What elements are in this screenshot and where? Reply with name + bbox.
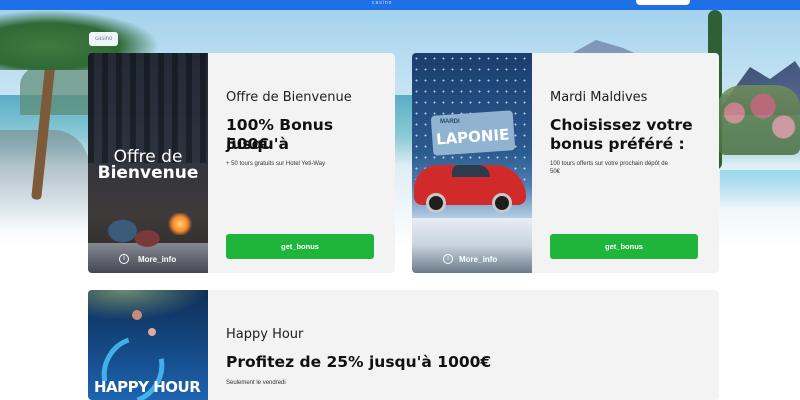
promo-card-body: Happy Hour Profitez de 25% jusqu'à 1000€… [208, 290, 719, 400]
get-bonus-button[interactable]: get_bonus [550, 234, 698, 259]
promo-description: Seulement le vendredi [226, 380, 286, 386]
image-sign-small-text: MARDI [440, 119, 460, 125]
promo-title-line1: Profitez de 25% jusqu'à 1000€ [226, 353, 492, 371]
promo-title-line2: bonus préféré : [550, 135, 685, 153]
image-branch [88, 290, 208, 320]
promo-subtitle: Happy Hour [226, 327, 304, 342]
image-snow-ground [412, 218, 532, 273]
promo-subtitle: Mardi Maldives [550, 90, 648, 105]
promo-card-mardi: MARDI LAPONIE i More_info Mardi Maldives… [412, 53, 719, 273]
promo-image-welcome: Offre de Bienvenue i More_info [88, 53, 208, 273]
flower-bush [718, 85, 800, 155]
promo-image-laponie: MARDI LAPONIE i More_info [412, 53, 532, 273]
promo-description: + 50 tours gratuits sur Hotel Yeti-Way [226, 161, 325, 167]
image-car-wheel [426, 193, 446, 213]
topbar-label: casino [372, 0, 393, 6]
background-pool [720, 170, 800, 210]
promo-card-body: Offre de Bienvenue 100% Bonus jusqu'à 50… [208, 53, 395, 273]
image-ornament [132, 310, 142, 320]
promo-description-line1: 100 tours offerts sur votre prochain dép… [550, 161, 668, 167]
image-title-line2: Bienvenue [97, 163, 199, 183]
breadcrumb[interactable]: casino [89, 32, 119, 46]
promo-card-happy-hour: HAPPY HOUR Happy Hour Profitez de 25% ju… [88, 290, 719, 400]
image-people [106, 211, 161, 261]
image-happy-hour-logo: HAPPY HOUR [94, 378, 201, 396]
topbar-button[interactable] [636, 0, 690, 5]
info-icon[interactable]: i [119, 254, 129, 264]
promo-title-line2: 500€ [226, 135, 270, 153]
image-car-window [452, 165, 490, 177]
get-bonus-button[interactable]: get_bonus [226, 234, 374, 259]
more-info-link[interactable]: More_info [459, 255, 497, 264]
top-navigation-bar: casino [0, 0, 800, 10]
promo-card-welcome: Offre de Bienvenue i More_info Offre de … [88, 53, 395, 273]
promo-card-body: Mardi Maldives Choisissez votre bonus pr… [532, 53, 719, 273]
promo-image-happy-hour: HAPPY HOUR [88, 290, 208, 400]
info-icon[interactable]: i [443, 254, 453, 264]
promo-description-line2: 50€ [550, 169, 561, 175]
more-info-link[interactable]: More_info [138, 255, 176, 264]
promo-subtitle: Offre de Bienvenue [226, 90, 352, 105]
image-campfire [168, 213, 192, 235]
image-ornament [148, 328, 156, 336]
promo-title-line1: Choisissez votre [550, 116, 693, 134]
image-car-wheel [492, 193, 512, 213]
